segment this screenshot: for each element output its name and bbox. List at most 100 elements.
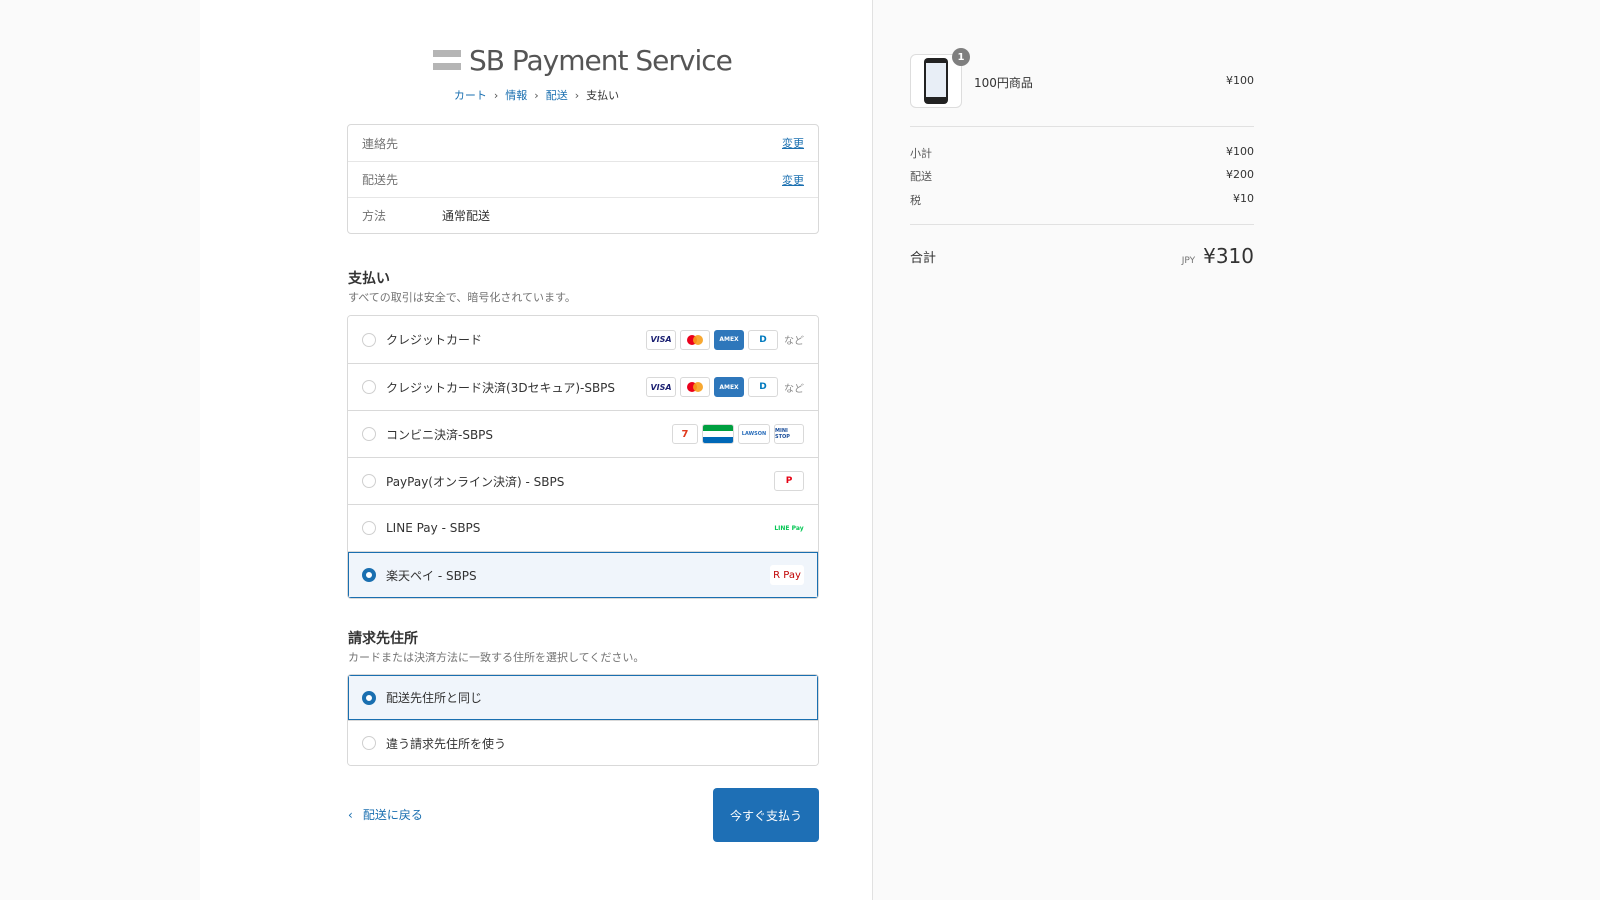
seven-eleven-icon: 7 <box>672 424 698 444</box>
visa-icon: VISA <box>646 377 676 397</box>
amex-icon: AMEX <box>714 329 744 350</box>
checkout-main: SB Payment Service カート › 情報 › 配送 › 支払い 連絡先 変更 … <box>200 0 873 900</box>
billing-title: 請求先住所 <box>348 631 418 647</box>
total-amount: JPY ¥310 <box>1182 244 1254 268</box>
ministop-icon: MINI STOP <box>774 424 804 444</box>
phone-icon <box>924 58 948 104</box>
tax-row: 税 ¥10 <box>910 192 1254 208</box>
divider <box>910 126 1254 127</box>
breadcrumb-info[interactable]: 情報 <box>505 89 527 102</box>
divider <box>910 224 1254 225</box>
radio-button-selected[interactable] <box>362 690 376 705</box>
product-line: 1 100円商品 ¥100 <box>910 48 1254 108</box>
back-to-shipping-link[interactable]: ‹ 配送に戻る <box>348 806 423 823</box>
total-label: 合計 <box>910 250 937 266</box>
payment-option-label: 楽天ペイ - SBPS <box>386 568 477 583</box>
radio-button[interactable] <box>362 332 376 347</box>
payment-option-label: クレジットカード決済(3Dセキュア)-SBPS <box>386 380 616 395</box>
subtotal-row: 小計 ¥100 <box>910 145 1254 161</box>
review-row-contact: 連絡先 変更 <box>348 125 818 161</box>
billing-option-label: 配送先住所と同じ <box>386 691 483 705</box>
currency-code: JPY <box>1181 256 1196 266</box>
payment-option-credit-card[interactable]: クレジットカード VISA AMEX D など <box>348 316 818 363</box>
radio-button[interactable] <box>362 427 376 441</box>
shipping-value: ¥200 <box>1226 168 1254 181</box>
payment-subtitle: すべての取引は安全で、暗号化されています。 <box>348 291 576 304</box>
payment-title: 支払い <box>348 271 390 287</box>
breadcrumb: カート › 情報 › 配送 › 支払い <box>200 87 873 103</box>
radio-button[interactable] <box>362 521 376 535</box>
review-label: 配送先 <box>362 173 399 187</box>
review-row-method: 方法 通常配送 <box>348 197 818 233</box>
logo-mark-icon <box>433 50 461 70</box>
chevron-left-icon: ‹ <box>348 807 353 822</box>
payment-option-label: クレジットカード <box>386 333 483 347</box>
diners-icon: D <box>748 377 778 397</box>
line-pay-icon: LINE Pay <box>774 518 804 538</box>
card-badges: VISA AMEX D など <box>646 329 804 350</box>
breadcrumb-cart[interactable]: カート <box>454 89 487 102</box>
mastercard-icon <box>680 377 710 397</box>
brand-name: SB Payment Service <box>469 43 733 77</box>
familymart-icon <box>702 424 734 444</box>
subtotal-value: ¥100 <box>1226 145 1254 158</box>
tax-label: 税 <box>910 194 921 207</box>
mastercard-icon <box>680 329 710 350</box>
brand-logo[interactable]: SB Payment Service <box>433 40 733 80</box>
pay-now-button[interactable]: 今すぐ支払う <box>713 788 819 842</box>
more-cards-label: など <box>784 336 804 347</box>
left-gutter <box>0 0 200 900</box>
billing-option-different[interactable]: 違う請求先住所を使う <box>348 720 818 765</box>
shipping-label: 配送 <box>910 170 932 183</box>
radio-button[interactable] <box>362 380 376 394</box>
billing-option-same[interactable]: 配送先住所と同じ <box>348 675 818 720</box>
rpay-badge: R Pay <box>770 565 804 585</box>
change-contact-link[interactable]: 変更 <box>782 135 804 151</box>
card-badges: VISA AMEX D など <box>646 377 804 397</box>
change-address-link[interactable]: 変更 <box>782 172 804 188</box>
breadcrumb-shipping[interactable]: 配送 <box>546 89 568 102</box>
more-cards-label: など <box>784 383 804 395</box>
total-value: ¥310 <box>1203 244 1254 268</box>
chevron-right-icon: › <box>534 89 539 102</box>
visa-icon: VISA <box>646 329 676 350</box>
review-value: 通常配送 <box>442 209 491 223</box>
breadcrumb-payment: 支払い <box>586 89 620 102</box>
review-label: 方法 <box>362 209 387 223</box>
amex-icon: AMEX <box>714 377 744 397</box>
product-price: ¥100 <box>1226 74 1254 87</box>
lawson-icon: LAWSON <box>738 424 770 444</box>
payment-option-label: コンビニ決済-SBPS <box>386 427 494 442</box>
billing-subtitle: カードまたは決済方法に一致する住所を選択してください。 <box>348 651 645 664</box>
linepay-badge: LINE Pay <box>774 518 804 538</box>
review-box: 連絡先 変更 配送先 変更 方法 通常配送 <box>347 124 819 234</box>
payment-option-label: PayPay(オンライン決済) - SBPS <box>386 474 565 489</box>
radio-button[interactable] <box>362 474 376 488</box>
payment-option-3d-secure[interactable]: クレジットカード決済(3Dセキュア)-SBPS VISA AMEX D など <box>348 363 818 410</box>
payment-option-convenience-store[interactable]: コンビニ決済-SBPS 7 LAWSON MINI STOP <box>348 410 818 457</box>
rakuten-pay-icon: R Pay <box>770 565 804 585</box>
radio-button[interactable] <box>362 736 376 750</box>
tax-value: ¥10 <box>1233 192 1254 205</box>
billing-address-list: 配送先住所と同じ 違う請求先住所を使う <box>347 674 819 766</box>
store-badges: 7 LAWSON MINI STOP <box>672 424 804 444</box>
diners-icon: D <box>748 329 778 350</box>
payment-option-label: LINE Pay - SBPS <box>386 521 481 535</box>
payment-option-line-pay[interactable]: LINE Pay - SBPS LINE Pay <box>348 504 818 551</box>
shipping-row: 配送 ¥200 <box>910 168 1254 184</box>
payment-method-list: クレジットカード VISA AMEX D など クレジットカード決済(3Dセキュ… <box>347 315 819 599</box>
review-row-address: 配送先 変更 <box>348 161 818 197</box>
payment-option-rakuten-pay[interactable]: 楽天ペイ - SBPS R Pay <box>348 551 818 598</box>
radio-button-selected[interactable] <box>362 568 376 582</box>
order-summary: 1 100円商品 ¥100 小計 ¥100 配送 ¥200 税 ¥10 合計 J… <box>874 0 1600 900</box>
subtotal-label: 小計 <box>910 147 932 160</box>
product-name: 100円商品 <box>974 76 1033 90</box>
payment-option-paypay[interactable]: PayPay(オンライン決済) - SBPS P <box>348 457 818 504</box>
billing-option-label: 違う請求先住所を使う <box>386 736 507 751</box>
back-label: 配送に戻る <box>362 808 423 822</box>
paypay-icon: P <box>774 471 804 491</box>
chevron-right-icon: › <box>574 89 580 102</box>
total-row: 合計 JPY ¥310 <box>910 241 1254 271</box>
chevron-right-icon: › <box>493 89 499 102</box>
review-label: 連絡先 <box>362 136 399 151</box>
